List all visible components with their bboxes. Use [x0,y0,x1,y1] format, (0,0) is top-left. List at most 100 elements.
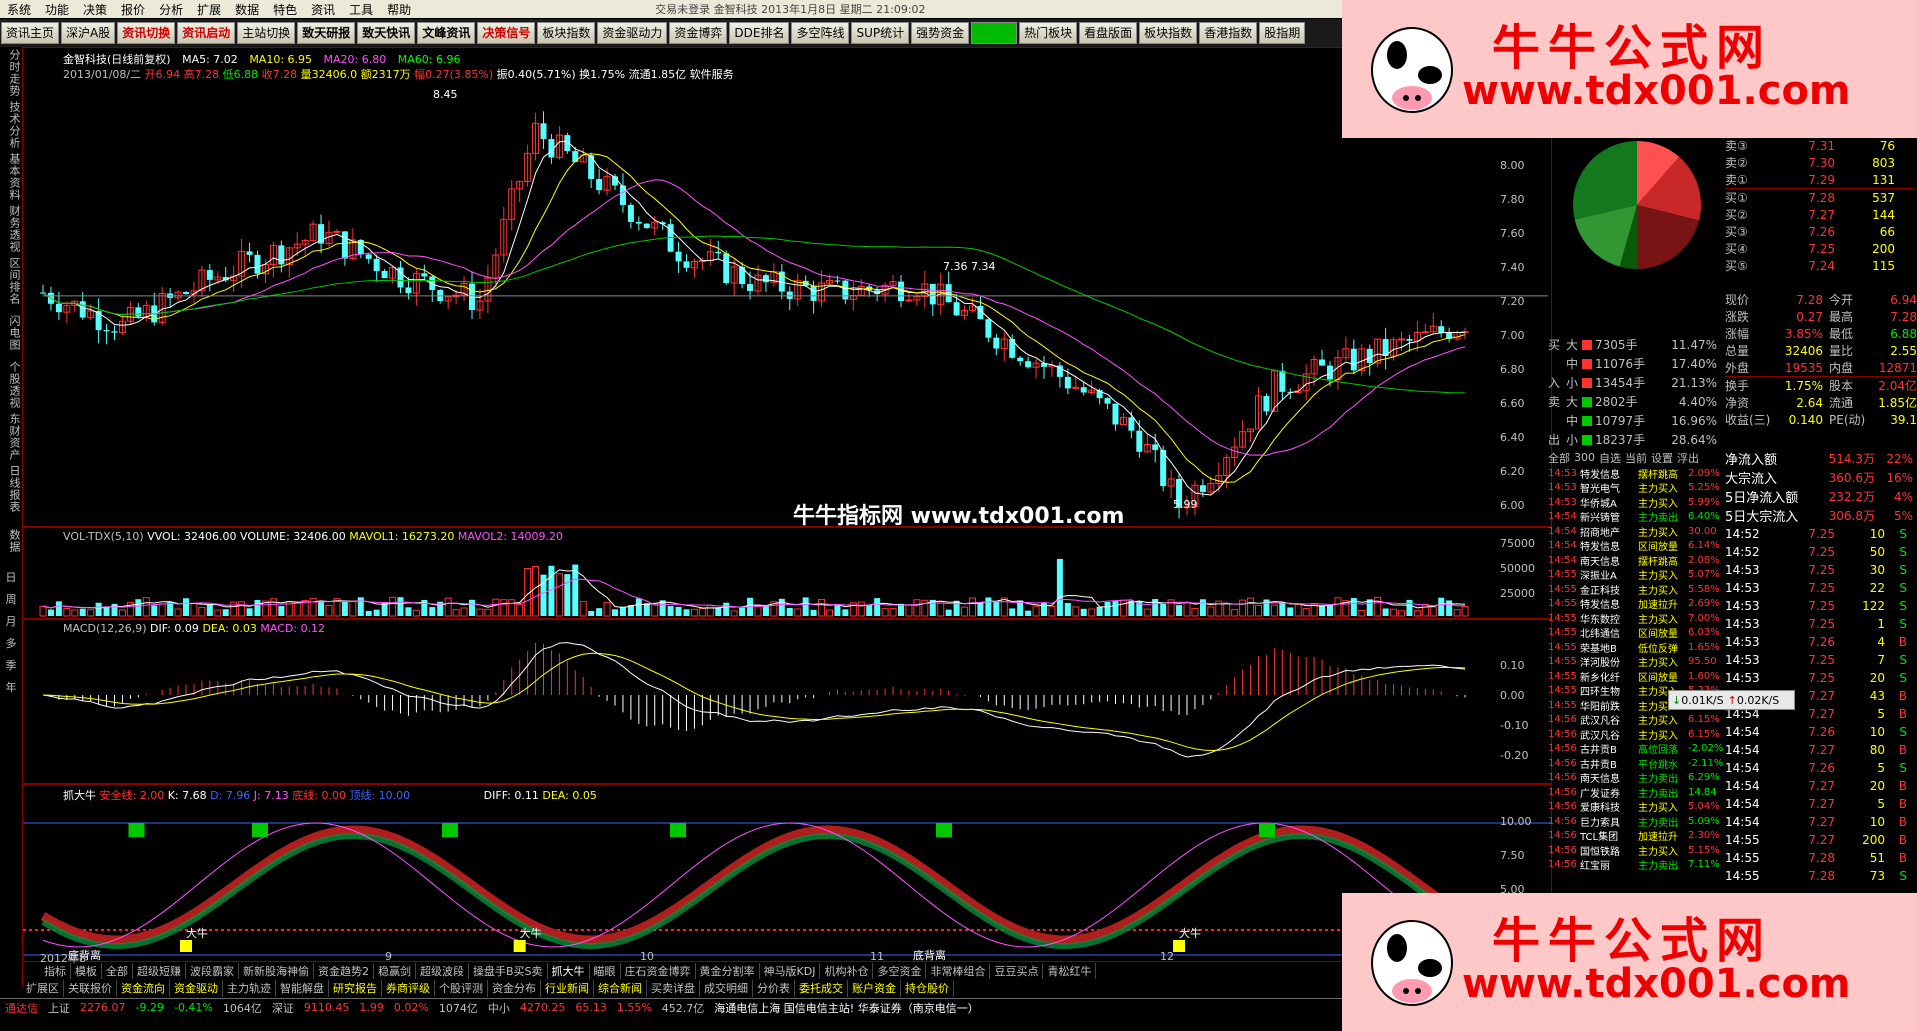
indicator-tab-18[interactable]: 豆豆买点 [990,963,1044,979]
toolbar-button-12[interactable]: DDE排名 [729,22,790,44]
extension-tab-15[interactable]: 委托成交 [795,980,848,997]
toolbar-button-9[interactable]: 板块指数 [537,22,596,44]
radar-tab-5[interactable]: 浮出 [1677,450,1699,466]
extension-tab-4[interactable]: 主力轨迹 [223,980,276,997]
toolbar-button-10[interactable]: 资金驱动力 [597,22,668,44]
toolbar-button-13[interactable]: 多空阵线 [791,22,850,44]
menu-item-10[interactable]: 帮助 [380,1,418,18]
indicator-tab-5[interactable]: 新新股海神偷 [239,963,314,979]
indicator-panel[interactable]: 抓大牛 安全线: 2.00 K: 7.68 D: 7.96 J: 7.13 底线… [22,784,1552,962]
toolbar-button-19[interactable]: 板块指数 [1139,22,1198,44]
extension-tab-11[interactable]: 综合新闻 [594,980,647,997]
toolbar-button-6[interactable]: 致天快讯 [357,22,416,44]
toolbar-button-5[interactable]: 致天研报 [297,22,356,44]
extension-tab-1[interactable]: 关联报价 [64,980,117,997]
radar-tab-0[interactable]: 全部 [1548,450,1570,466]
left-tool-4[interactable]: 区间排名 [0,255,22,307]
menu-item-3[interactable]: 报价 [114,1,152,18]
menu-item-2[interactable]: 决策 [76,1,114,18]
extension-tab-6[interactable]: 研究报告 [329,980,382,997]
kline-panel[interactable]: 金智科技(日线前复权) MA5: 7.02 MA10: 6.95 MA20: 6… [22,47,1552,529]
indicator-tab-6[interactable]: 资金趋势2 [314,963,374,979]
indicator-tab-19[interactable]: 青松红牛 [1043,963,1097,979]
indicator-tab-8[interactable]: 超级波段 [416,963,469,979]
extension-tab-2[interactable]: 资金流向 [117,980,170,997]
indicator-tab-4[interactable]: 波段霸家 [186,963,239,979]
indicator-tab-2[interactable]: 全部 [102,963,133,979]
volume-panel[interactable]: VOL-TDX(5,10) VVOL: 32406.00 VOLUME: 324… [22,527,1552,619]
indicator-tab-3[interactable]: 超级短赚 [133,963,186,979]
left-tool-5[interactable]: 闪电图 [0,307,22,359]
indicator-tab-0[interactable]: 指标 [40,963,71,979]
period-3[interactable]: 多 [0,633,22,655]
toolbar-button-2[interactable]: 资讯切换 [117,22,176,44]
menu-item-9[interactable]: 工具 [342,1,380,18]
indicator-tab-10[interactable]: 抓大牛 [548,963,590,979]
toolbar-button-21[interactable]: 股指期 [1259,22,1306,44]
left-tool-8[interactable]: 日线报表 [0,463,22,515]
left-tool-0[interactable]: 分时走势 [0,47,22,99]
toolbar-button-11[interactable]: 资金博弈 [669,22,728,44]
toolbar-button-14[interactable]: SUP统计 [851,22,910,44]
toolbar-button-16[interactable] [971,22,1018,44]
left-tool-3[interactable]: 财务透视 [0,203,22,255]
indicator-tab-12[interactable]: 庄石资金博弈 [621,963,696,979]
menu-item-1[interactable]: 功能 [38,1,76,18]
left-tool-7[interactable]: 东财资产 [0,411,22,463]
toolbar-button-17[interactable]: 热门板块 [1019,22,1078,44]
period-5[interactable]: 年 [0,677,22,699]
toolbar-button-3[interactable]: 资讯启动 [177,22,236,44]
toolbar-button-15[interactable]: 强势资金 [911,22,970,44]
period-1[interactable]: 周 [0,589,22,611]
toolbar-button-18[interactable]: 看盘版面 [1079,22,1138,44]
extension-tab-14[interactable]: 分价表 [753,980,795,997]
extension-tab-16[interactable]: 账户资金 [848,980,901,997]
indicator-tab-17[interactable]: 非常棒组合 [926,963,991,979]
menu-item-5[interactable]: 扩展 [190,1,228,18]
indicator-tab-13[interactable]: 黄金分割率 [696,963,760,979]
extension-tab-3[interactable]: 资金驱动 [170,980,223,997]
period-0[interactable]: 日 [0,567,22,589]
period-2[interactable]: 月 [0,611,22,633]
extension-tab-13[interactable]: 成交明细 [700,980,753,997]
menu-item-4[interactable]: 分析 [152,1,190,18]
menu-item-6[interactable]: 数据 [228,1,266,18]
indicator-tab-14[interactable]: 神马版KDJ [760,963,821,979]
left-tool-6[interactable]: 个股透视 [0,359,22,411]
speed-widget[interactable]: ↓ 0.01K/S ↑ 0.02K/S [1668,690,1795,710]
toolbar-button-20[interactable]: 香港指数 [1199,22,1258,44]
extension-tab-5[interactable]: 智能解盘 [276,980,329,997]
extension-tab-0[interactable]: 扩展区 [22,980,64,997]
radar-tab-4[interactable]: 设置 [1651,450,1673,466]
extension-tab-12[interactable]: 买卖详盘 [647,980,700,997]
menu-item-8[interactable]: 资讯 [304,1,342,18]
macd-panel[interactable]: MACD(12,26,9) DIF: 0.09 DEA: 0.03 MACD: … [22,619,1552,784]
extension-tab-17[interactable]: 持仓股价 [901,980,954,997]
indicator-tab-7[interactable]: 稳赢剑 [374,963,416,979]
extension-tab-9[interactable]: 资金分布 [488,980,541,997]
indicator-tab-9[interactable]: 操盘手B买S卖 [469,963,548,979]
extension-tab-8[interactable]: 个股评测 [435,980,488,997]
radar-tab-2[interactable]: 自选 [1599,450,1621,466]
radar-tab-1[interactable]: 300 [1574,451,1595,464]
left-tool-2[interactable]: 基本资料 [0,151,22,203]
period-4[interactable]: 季 [0,655,22,677]
indicator-tab-15[interactable]: 机构补仓 [820,963,874,979]
toolbar-button-1[interactable]: 深沪A股 [61,22,116,44]
extension-tab-10[interactable]: 行业新闻 [541,980,594,997]
indicator-tab-1[interactable]: 模板 [71,963,102,979]
left-tool-1[interactable]: 技术分析 [0,99,22,151]
toolbar-button-7[interactable]: 文峰资讯 [417,22,476,44]
menu-item-0[interactable]: 系统 [0,1,38,18]
menu-item-7[interactable]: 特色 [266,1,304,18]
extension-tab-7[interactable]: 券商评级 [382,980,435,997]
toolbar-button-4[interactable]: 主站切换 [237,22,296,44]
radar-tab-3[interactable]: 当前 [1625,450,1647,466]
tick-row: 14:55 7.27 200 B [1725,831,1917,849]
toolbar-button-8[interactable]: 决策信号 [477,22,536,44]
candlestick-chart[interactable] [23,48,1551,526]
indicator-tab-11[interactable]: 瞄眼 [590,963,621,979]
indicator-tab-16[interactable]: 多空资金 [873,963,927,979]
left-tool-9[interactable]: 数据 [0,515,22,567]
toolbar-button-0[interactable]: 资讯主页 [1,22,60,44]
